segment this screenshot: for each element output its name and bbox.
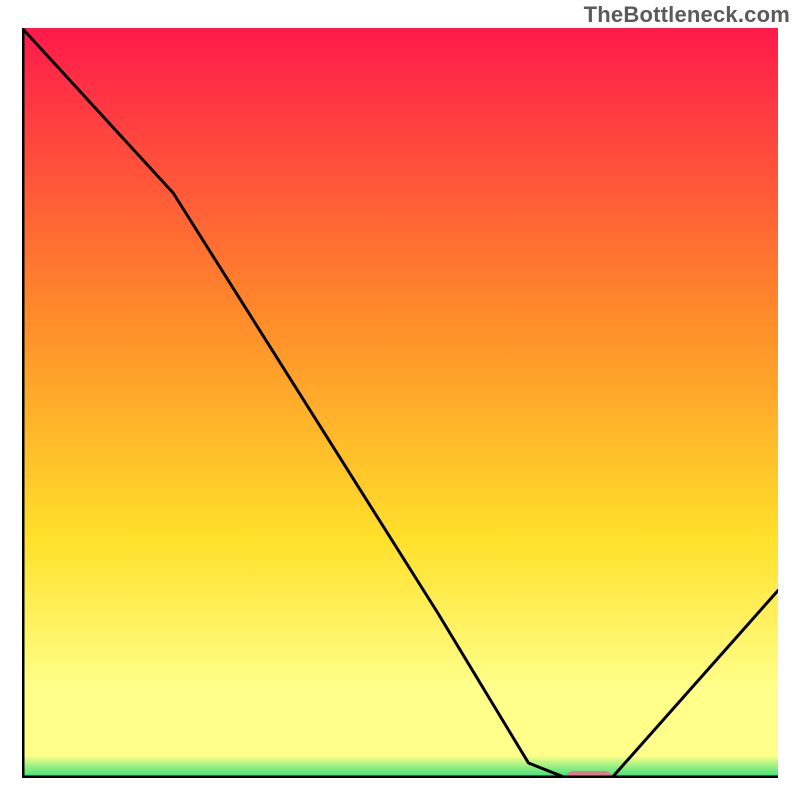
gradient-background	[22, 28, 778, 778]
watermark-label: TheBottleneck.com	[584, 2, 790, 28]
chart-svg	[22, 28, 778, 778]
chart-frame: TheBottleneck.com	[0, 0, 800, 800]
plot-area	[22, 28, 778, 778]
